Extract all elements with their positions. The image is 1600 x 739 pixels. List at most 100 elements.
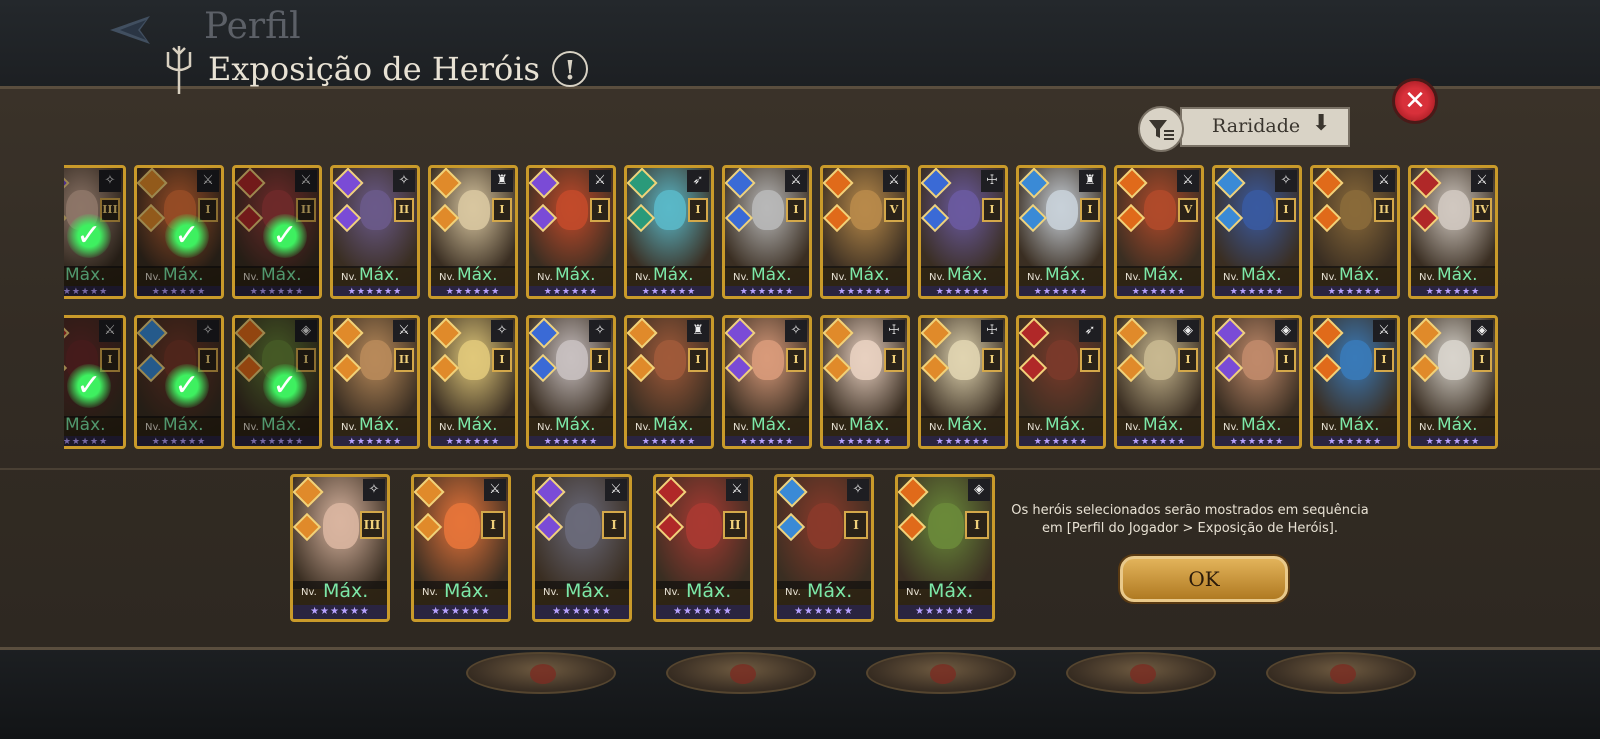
hero-face	[1046, 340, 1078, 380]
roster-hero-card[interactable]: ◈ I Nv. Máx. ★★★★★★	[1408, 315, 1498, 449]
roster-hero-card[interactable]: ✧ I Nv. Máx. ★★★★★★	[526, 315, 616, 449]
roster-hero-card[interactable]: ⚔INv.Máx.★★★★★★✓	[134, 165, 224, 299]
selected-hero-card[interactable]: ✧ III Nv. Máx. ★★★★★★	[290, 474, 390, 622]
roster-hero-card[interactable]: ✧ I Nv. Máx. ★★★★★★	[722, 315, 812, 449]
roster-hero-card[interactable]: ☩ I Nv. Máx. ★★★★★★	[820, 315, 910, 449]
level-bar: Nv.Máx.	[921, 415, 1005, 436]
roster-hero-card[interactable]: ⚔ I Nv. Máx. ★★★★★★	[526, 165, 616, 299]
panel-divider	[0, 468, 1600, 470]
roster-hero-card[interactable]: ✧IIINv.Máx.★★★★★★✓	[64, 165, 126, 299]
hero-face	[948, 190, 980, 230]
roster-hero-card[interactable]: ➶ I Nv. Máx. ★★★★★★	[624, 165, 714, 299]
hero-face	[1340, 190, 1372, 230]
level-max: Máx.	[1143, 265, 1184, 285]
class-icon: ➶	[687, 170, 709, 192]
tier-badge: I	[1472, 348, 1492, 372]
level-prefix: Nv.	[422, 587, 438, 598]
star-rating: ★★★★★★	[823, 436, 907, 446]
star-rating: ★★★★★★	[431, 286, 515, 296]
roster-hero-card[interactable]: ☩ I Nv. Máx. ★★★★★★	[918, 315, 1008, 449]
hero-face	[556, 190, 588, 230]
level-max: Máx.	[947, 265, 988, 285]
roster-hero-card[interactable]: ✧ I Nv. Máx. ★★★★★★ ✓	[134, 315, 224, 449]
level-bar: Nv.Máx.	[1411, 415, 1495, 436]
level-max: Máx.	[653, 415, 694, 435]
tier-badge: I	[786, 198, 806, 222]
star-rating: ★★★★★★	[921, 436, 1005, 446]
level-max: Máx.	[323, 580, 369, 602]
tier-badge: I	[590, 198, 610, 222]
star-rating: ★★★★★★	[921, 286, 1005, 296]
roster-hero-card[interactable]: ☩ I Nv. Máx. ★★★★★★	[918, 165, 1008, 299]
level-max: Máx.	[751, 415, 792, 435]
star-rating: ★★★★★★	[1117, 436, 1201, 446]
roster-hero-card[interactable]: ✧ I Nv. Máx. ★★★★★★	[428, 315, 518, 449]
ok-button[interactable]: OK	[1120, 556, 1288, 602]
tier-badge: I	[602, 511, 626, 539]
roster-hero-card[interactable]: ♜ I Nv. Máx. ★★★★★★	[428, 165, 518, 299]
tier-badge: I	[1080, 198, 1100, 222]
roster-hero-card[interactable]: ⚔ V Nv. Máx. ★★★★★★	[820, 165, 910, 299]
roster-hero-card[interactable]: ⚔ V Nv. Máx. ★★★★★★	[1114, 165, 1204, 299]
roster-hero-card[interactable]: ✧ I Nv. Máx. ★★★★★★	[1212, 165, 1302, 299]
star-rating: ★★★★★★	[414, 605, 508, 619]
sort-dropdown[interactable]: Raridade ⬇	[1180, 107, 1350, 147]
display-pedestal	[1066, 652, 1216, 694]
star-rating: ★★★★★★	[1117, 286, 1201, 296]
class-icon: ⚔	[785, 170, 807, 192]
hero-face	[654, 340, 686, 380]
roster-hero-card[interactable]: ⚔ IV Nv. Máx. ★★★★★★	[1408, 165, 1498, 299]
hero-face	[1046, 190, 1078, 230]
roster-hero-card[interactable]: ➶ I Nv. Máx. ★★★★★★	[1016, 315, 1106, 449]
selected-hero-card[interactable]: ⚔ I Nv. Máx. ★★★★★★	[411, 474, 511, 622]
roster-hero-card[interactable]: ◈ I Nv. Máx. ★★★★★★	[1212, 315, 1302, 449]
selected-hero-card[interactable]: ⚔ I Nv. Máx. ★★★★★★	[532, 474, 632, 622]
class-icon: ➶	[1079, 320, 1101, 342]
selected-hero-card[interactable]: ◈ I Nv. Máx. ★★★★★★	[895, 474, 995, 622]
roster-hero-card[interactable]: ⚔ I Nv. Máx. ★★★★★★	[1310, 315, 1400, 449]
class-icon: ✧	[491, 320, 513, 342]
display-pedestal	[466, 652, 616, 694]
class-icon: ☩	[883, 320, 905, 342]
selected-hero-card[interactable]: ⚔ II Nv. Máx. ★★★★★★	[653, 474, 753, 622]
info-button[interactable]: !	[552, 51, 588, 87]
hero-face	[556, 340, 588, 380]
roster-hero-card[interactable]: ✧ II Nv. Máx. ★★★★★★	[330, 165, 420, 299]
level-max: Máx.	[751, 265, 792, 285]
roster-hero-card[interactable]: ⚔ II Nv. Máx. ★★★★★★	[1310, 165, 1400, 299]
tier-badge: V	[1178, 198, 1198, 222]
star-rating: ★★★★★★	[1313, 436, 1397, 446]
star-rating: ★★★★★★	[725, 286, 809, 296]
tier-badge: I	[1080, 348, 1100, 372]
class-icon: ✧	[589, 320, 611, 342]
class-icon: ⚔	[589, 170, 611, 192]
selected-hero-card[interactable]: ✧ I Nv. Máx. ★★★★★★	[774, 474, 874, 622]
roster-hero-card[interactable]: ◈ I Nv. Máx. ★★★★★★ ✓	[232, 315, 322, 449]
level-max: Máx.	[1241, 415, 1282, 435]
class-icon: ✧	[847, 479, 869, 501]
roster-hero-card[interactable]: ♜ I Nv. Máx. ★★★★★★	[1016, 165, 1106, 299]
roster-hero-card[interactable]: ⚔ II Nv. Máx. ★★★★★★ ✓	[232, 165, 322, 299]
roster-hero-card[interactable]: ⚔ II Nv. Máx. ★★★★★★	[330, 315, 420, 449]
level-bar: Nv.Máx.	[1019, 265, 1103, 286]
roster-hero-card[interactable]: ◈ I Nv. Máx. ★★★★★★	[1114, 315, 1204, 449]
star-rating: ★★★★★★	[777, 605, 871, 619]
roster-hero-card[interactable]: ⚔INv.Máx.★★★★★★✓	[64, 315, 126, 449]
class-icon: ◈	[1275, 320, 1297, 342]
roster-hero-card[interactable]: ⚔ I Nv. Máx. ★★★★★★	[722, 165, 812, 299]
selection-notice: Os heróis selecionados serão mostrados e…	[1000, 502, 1380, 538]
level-prefix: Nv.	[1419, 422, 1435, 433]
hero-face	[654, 190, 686, 230]
tier-badge: I	[1276, 198, 1296, 222]
back-arrow-icon[interactable]	[106, 12, 162, 48]
filter-button[interactable]	[1138, 106, 1184, 152]
close-button[interactable]: ✕	[1392, 78, 1438, 124]
back-label[interactable]: Perfil	[204, 6, 301, 47]
class-icon: ♜	[687, 320, 709, 342]
roster-hero-card[interactable]: ♜ I Nv. Máx. ★★★★★★	[624, 315, 714, 449]
star-rating: ★★★★★★	[529, 436, 613, 446]
level-prefix: Nv.	[341, 272, 357, 283]
level-prefix: Nv.	[1125, 422, 1141, 433]
pedestal-emblem-icon	[1330, 664, 1356, 684]
class-icon: ⚔	[1177, 170, 1199, 192]
